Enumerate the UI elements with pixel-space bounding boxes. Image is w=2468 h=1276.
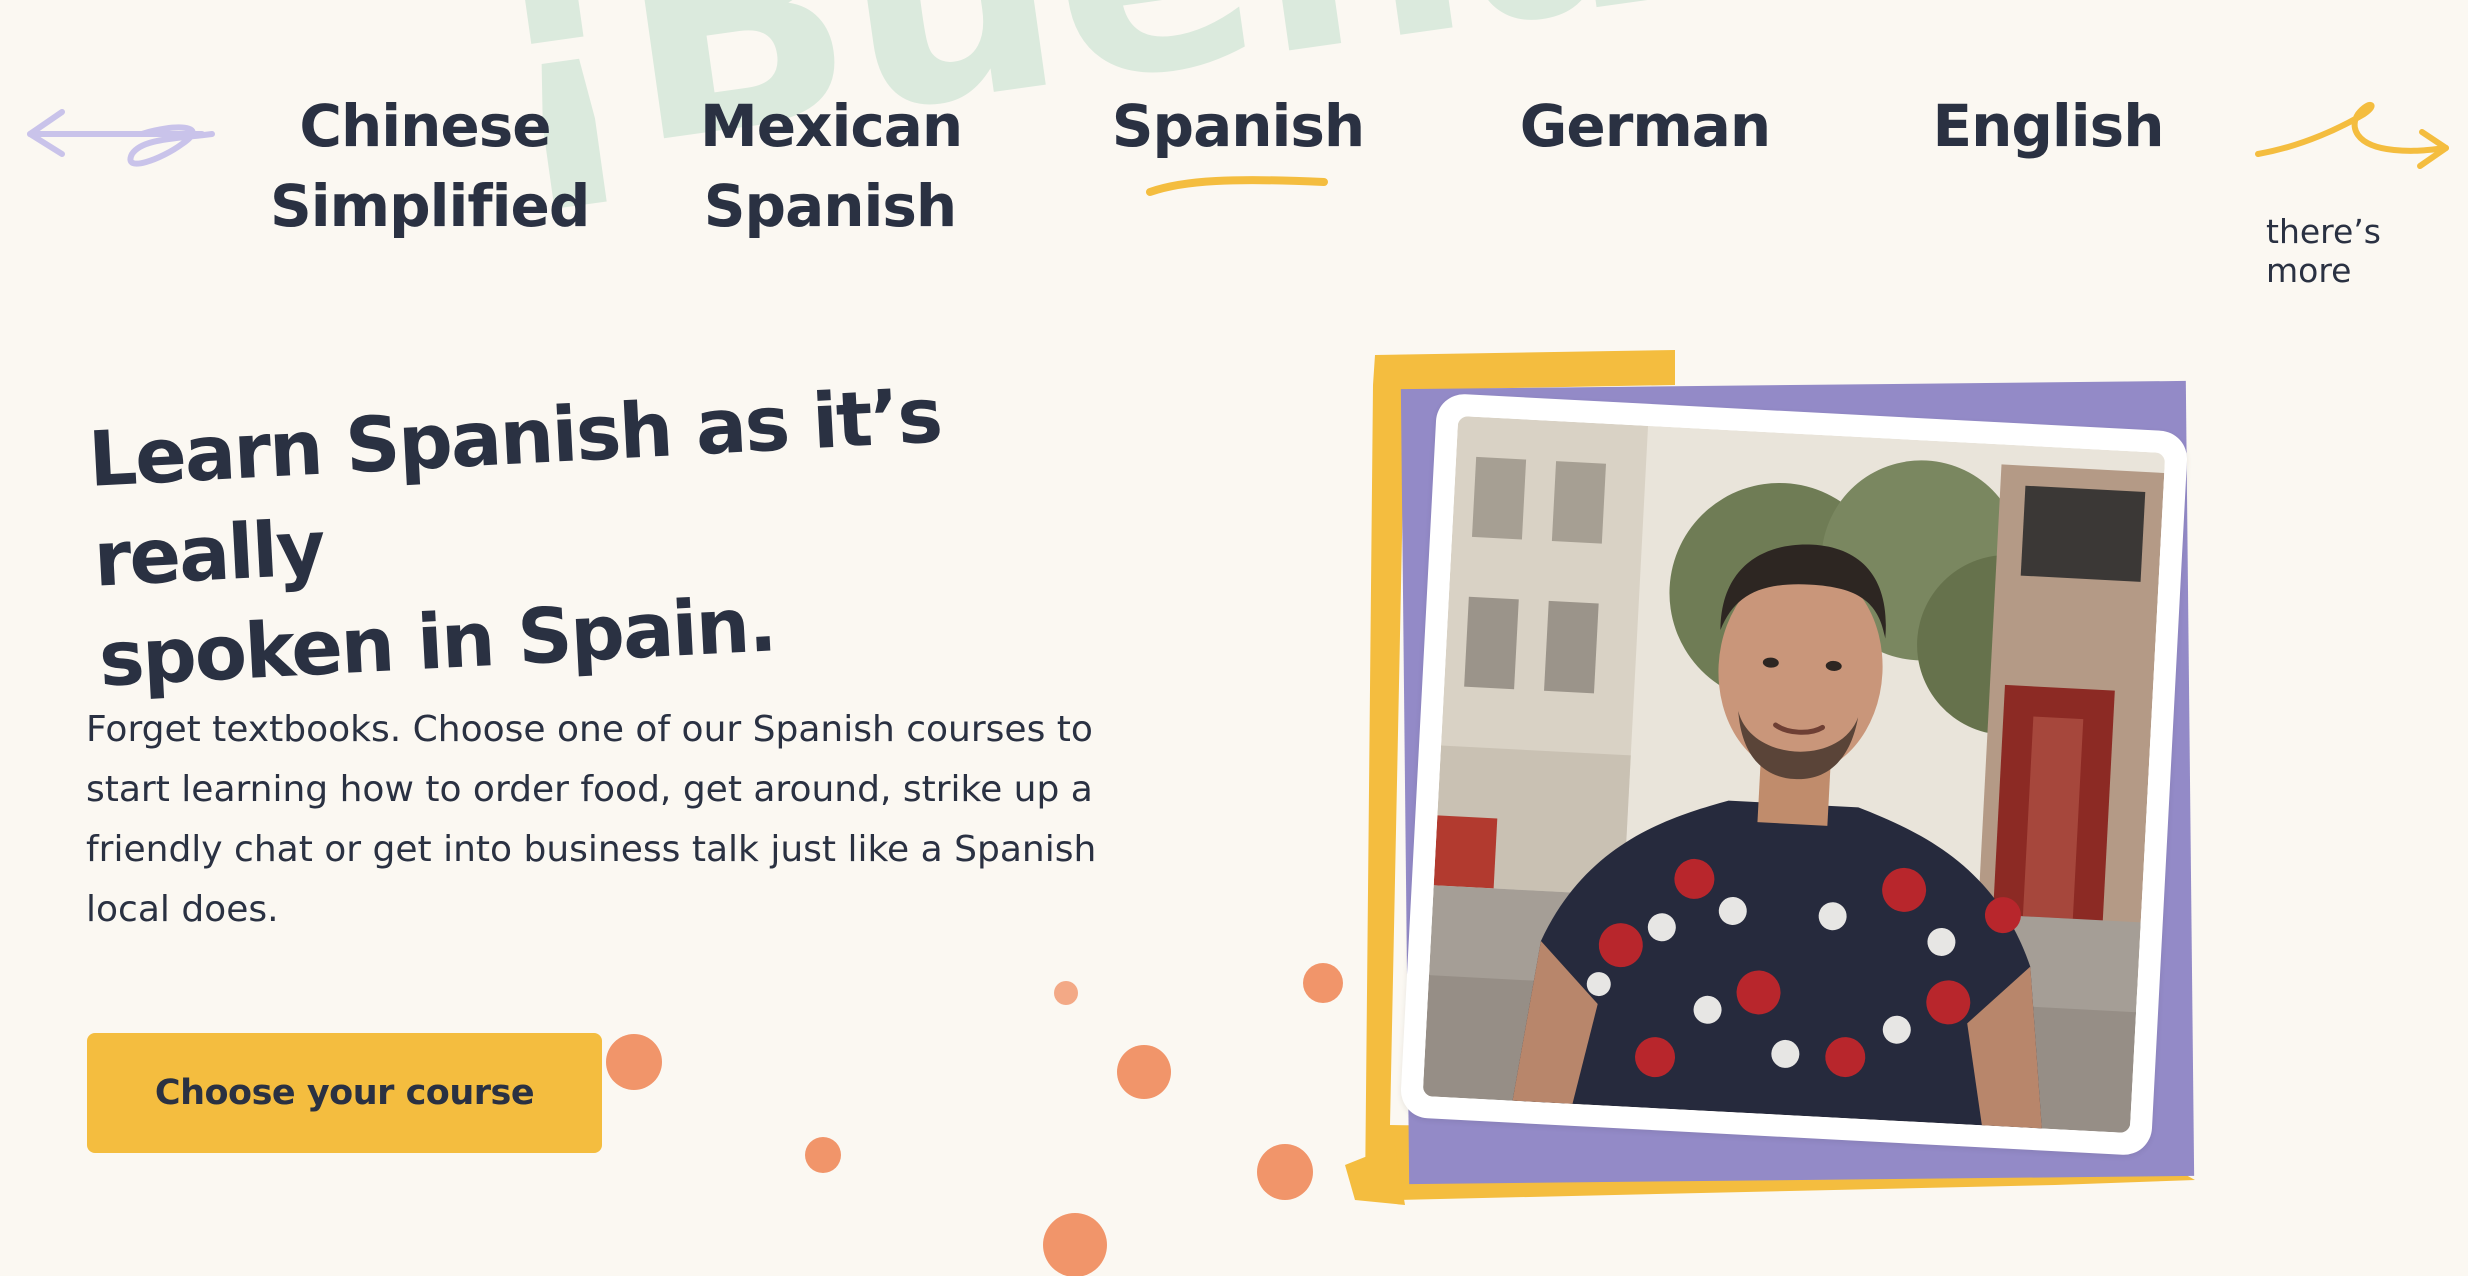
scribble-arrow-left-icon[interactable]: [22, 104, 222, 188]
video-still[interactable]: [1422, 415, 2166, 1134]
intro-line1: Forget textbooks. Choose one of our Span…: [86, 709, 1093, 750]
video-card[interactable]: [1399, 392, 2189, 1157]
splotch: [1117, 1045, 1171, 1099]
intro-paragraph: Forget textbooks. Choose one of our Span…: [86, 700, 1126, 940]
more-languages-hint: there’s more: [2266, 212, 2381, 290]
intro-line2: start learning how to order food, get ar…: [86, 769, 1093, 810]
splotch: [805, 1137, 841, 1173]
intro-line3: friendly chat or get into business talk …: [86, 829, 1097, 870]
splotch: [1043, 1213, 1107, 1276]
intro-line4: local does.: [86, 889, 279, 930]
splotch: [1054, 981, 1078, 1005]
splotch: [606, 1034, 662, 1090]
splotch: [1257, 1144, 1313, 1200]
choose-course-button[interactable]: Choose your course: [87, 1033, 602, 1153]
scribble-arrow-right-icon[interactable]: [2254, 96, 2454, 180]
street-scene-illustration: [1422, 415, 2166, 1134]
page-title: Learn Spanish as it’s really spoken in S…: [86, 355, 1150, 710]
